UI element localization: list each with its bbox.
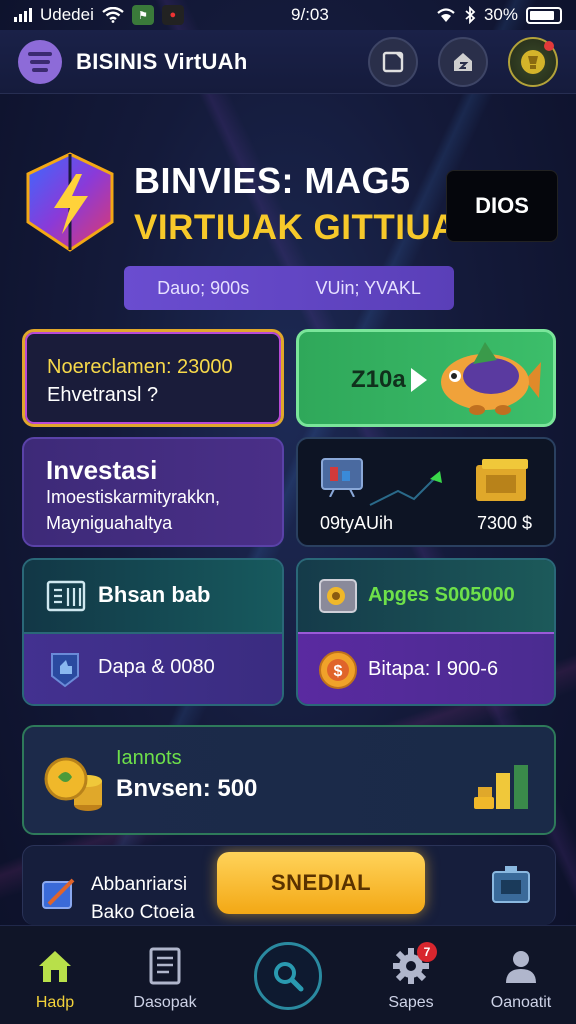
apps-card[interactable]: Apges S005000 $ Bitapa: I 900-6 <box>296 558 556 706</box>
apps-sub: Bitapa: I 900-6 <box>368 658 499 680</box>
bisnis-title: Bhsan bab <box>98 582 211 607</box>
notes-button[interactable] <box>368 36 418 87</box>
app-logo-icon[interactable] <box>18 39 62 84</box>
pill-left-text: Dauo; 900s <box>157 277 250 298</box>
chart-board-icon <box>321 458 363 497</box>
pill-right-text: VUin; YVAKL <box>315 277 421 298</box>
wifi-icon <box>102 7 124 23</box>
promo-card[interactable]: Noereclamen: 23000 Ehvetransl ? <box>22 329 284 427</box>
bisnis-card[interactable]: Bhsan bab Dapa & 0080 <box>22 558 284 706</box>
clock: 9/:03 <box>291 5 329 24</box>
house-icon <box>454 52 472 71</box>
settings-badge: 7 <box>417 942 437 962</box>
balance-amount: Bnvsen: 500 <box>116 775 258 802</box>
trend-card[interactable]: 09tyAUih 7300 $ <box>296 437 556 547</box>
search-icon <box>274 962 304 992</box>
cell-wifi-icon <box>437 8 455 22</box>
dios-button[interactable]: DIOS <box>446 170 558 242</box>
fish-icon <box>441 342 541 415</box>
document-icon <box>149 947 181 985</box>
gold-crate-icon <box>476 459 528 501</box>
signal-icon <box>14 8 32 22</box>
investasi-desc-1: Imoestiskarmityrakkn, <box>46 487 221 507</box>
hero-title-line1: BINVIES: MAG5 <box>134 160 411 201</box>
investasi-desc-2: Mayniguahaltya <box>46 513 173 533</box>
info-pill: Dauo; 900s VUin; YVAKL <box>124 266 454 310</box>
nav-account-label: Oanoatit <box>490 994 552 1011</box>
coin-icon: $ <box>319 651 357 689</box>
nav-home[interactable]: Hadp <box>0 926 110 1024</box>
gold-box-icon <box>319 579 357 613</box>
investasi-title: Investasi <box>46 455 158 485</box>
investasi-card[interactable]: Investasi Imoestiskarmityrakkn, Maynigua… <box>22 437 284 547</box>
notification-app-icon-2: ● <box>161 5 184 25</box>
trend-left-value: 09tyAUih <box>320 513 394 533</box>
settings-icon-wrap: 7 <box>391 942 437 986</box>
app-title: BISINIS VirtUAh <box>76 48 248 74</box>
hero-title-line2: VIRTIUAK GITTIUAL <box>134 208 479 247</box>
nav-settings[interactable]: 7 Sapes <box>356 926 466 1024</box>
fish-card[interactable]: Z10a <box>296 329 556 427</box>
trend-line-icon <box>369 471 442 506</box>
notification-app-icon: ⚑ <box>131 5 154 25</box>
nav-home-label: Hadp <box>35 994 75 1011</box>
battery-percent: 30% <box>483 5 518 24</box>
trophy-icon <box>521 49 545 74</box>
home-icon <box>39 951 71 982</box>
nav-search-button[interactable] <box>254 942 322 1010</box>
nav-settings-label: Sapes <box>388 994 434 1011</box>
gold-bars-icon <box>474 765 528 809</box>
nav-dashboard-label: Dasopak <box>133 994 197 1011</box>
status-bar: Udedei ⚑ ● 9/:03 30% <box>0 0 576 30</box>
house-button[interactable] <box>438 36 488 87</box>
special-card: Abbanriarsi Bako Ctoeia SNEDIAL <box>22 845 556 925</box>
lightning-shield-icon <box>26 152 114 252</box>
promo-question: Ehvetransl ? <box>47 384 159 406</box>
hero-section: BINVIES: MAG5 VIRTIUAK GITTIUAL DIOS Dau… <box>22 140 562 320</box>
bisnis-sub: Dapa & 0080 <box>98 656 215 678</box>
fish-card-label: Z10a <box>351 366 406 393</box>
bluetooth-icon <box>465 6 476 24</box>
status-right: 30% <box>436 5 562 25</box>
balance-card[interactable]: Iannots Bnvsen: 500 <box>22 725 556 835</box>
carrier-label: Udedei <box>40 5 94 24</box>
special-line2: Bako Ctoeia <box>91 902 195 923</box>
balance-label: Iannots <box>116 747 182 769</box>
note-icon <box>382 51 404 72</box>
promo-amount: Noereclamen: 23000 <box>47 356 233 378</box>
thumbs-up-icon <box>51 653 79 688</box>
user-icon <box>506 951 536 983</box>
nav-account[interactable]: Oanoatit <box>466 926 576 1024</box>
edit-tag-icon <box>42 878 75 909</box>
store-icon <box>46 580 86 612</box>
special-button[interactable]: SNEDIAL <box>217 852 425 914</box>
status-left: Udedei ⚑ ● <box>14 5 184 25</box>
svg-text:$: $ <box>334 663 343 680</box>
play-arrow-icon <box>411 368 427 392</box>
notification-dot <box>544 40 554 51</box>
trend-right-value: 7300 $ <box>476 513 532 533</box>
special-line1: Abbanriarsi <box>91 874 188 895</box>
bottom-nav: Hadp Dasopak 7 Sapes Oanoatit <box>0 925 576 1024</box>
device-icon <box>492 866 530 903</box>
coin-stack-icon <box>44 757 102 811</box>
profile-avatar[interactable] <box>508 36 558 87</box>
apps-title: Apges S005000 <box>368 584 515 606</box>
app-header: BISINIS VirtUAh <box>0 30 576 94</box>
nav-dashboard[interactable]: Dasopak <box>110 926 220 1024</box>
battery-icon <box>526 6 562 24</box>
